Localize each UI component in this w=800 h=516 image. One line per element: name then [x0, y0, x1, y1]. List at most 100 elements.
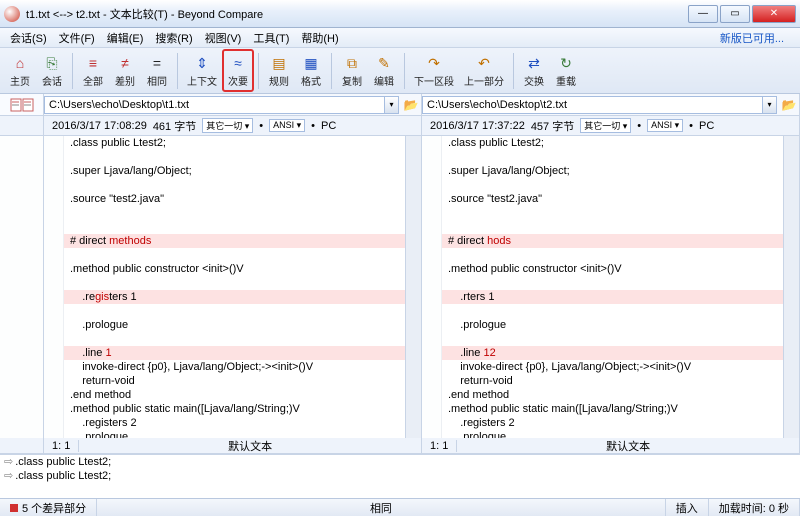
close-button[interactable]: ✕ — [752, 5, 796, 23]
left-filter-dropdown[interactable]: 其它一切 ▾ — [202, 118, 253, 133]
code-line[interactable]: ⇨ .line 12 — [442, 346, 783, 360]
right-code[interactable]: .class public Ltest2; .super Ljava/lang/O… — [442, 136, 783, 454]
code-line[interactable] — [64, 248, 405, 262]
minimize-button[interactable]: — — [688, 5, 718, 23]
code-line[interactable]: .method public static main([Ljava/lang/S… — [64, 402, 405, 416]
swap-icon: ⇄ — [528, 53, 540, 73]
left-open-button[interactable]: 📂 — [401, 96, 421, 114]
left-date: 2016/3/17 17:08:29 — [52, 120, 147, 132]
maximize-button[interactable]: ▭ — [720, 5, 750, 23]
right-encoding-dropdown[interactable]: ANSI ▾ — [647, 119, 683, 132]
right-scrollbar[interactable] — [783, 136, 799, 454]
code-line[interactable]: .super Ljava/lang/Object; — [442, 164, 783, 178]
left-scrollbar[interactable] — [405, 136, 421, 454]
code-line[interactable] — [442, 276, 783, 290]
window-title: t1.txt <--> t2.txt - 文本比较(T) - Beyond Co… — [26, 6, 686, 22]
left-pane: .class public Ltest2; .super Ljava/lang/O… — [44, 136, 422, 454]
code-line[interactable] — [442, 206, 783, 220]
code-line[interactable]: .prologue — [442, 318, 783, 332]
code-line[interactable]: .end method — [64, 388, 405, 402]
same-button[interactable]: =相同 — [141, 50, 173, 91]
path-row: ▾ 📂 ▾ 📂 — [0, 94, 800, 116]
code-line[interactable]: invoke-direct {p0}, Ljava/lang/Object;->… — [64, 360, 405, 374]
code-line[interactable] — [442, 248, 783, 262]
app-icon — [4, 6, 20, 22]
left-marker-column — [44, 136, 64, 454]
code-line[interactable]: ⇨ .rters 1 — [442, 290, 783, 304]
code-line[interactable] — [64, 178, 405, 192]
code-line[interactable]: .class public Ltest2; — [442, 136, 783, 150]
swap-button[interactable]: ⇄交换 — [518, 50, 550, 91]
overview-gutter[interactable] — [0, 136, 44, 454]
code-line[interactable]: .method public constructor <init>()V — [64, 262, 405, 276]
context-button[interactable]: ⇕上下文 — [182, 50, 222, 91]
code-line[interactable]: ⇨# direct methods — [64, 234, 405, 248]
code-line[interactable] — [442, 178, 783, 192]
statusbar: 5 个差异部分 相同 插入 加载时间: 0 秒 — [0, 498, 800, 516]
copy-button[interactable]: ⧉复制 — [336, 50, 368, 91]
right-date: 2016/3/17 17:37:22 — [430, 120, 525, 132]
toolbar-sep — [72, 53, 73, 89]
diff-button[interactable]: ≠差别 — [109, 50, 141, 91]
code-line[interactable]: return-void — [64, 374, 405, 388]
code-line[interactable] — [64, 332, 405, 346]
right-open-button[interactable]: 📂 — [779, 96, 799, 114]
code-line[interactable] — [442, 150, 783, 164]
right-path-dropdown[interactable]: ▾ — [763, 96, 777, 114]
menu-view[interactable]: 视图(V) — [199, 28, 248, 48]
code-line[interactable]: .class public Ltest2; — [64, 136, 405, 150]
code-line[interactable] — [442, 304, 783, 318]
code-line[interactable]: ⇨# direct hods — [442, 234, 783, 248]
code-line[interactable]: .registers 2 — [442, 416, 783, 430]
right-path-input[interactable] — [422, 96, 763, 114]
new-version-link[interactable]: 新版已可用... — [714, 28, 790, 48]
left-code[interactable]: .class public Ltest2; .super Ljava/lang/O… — [64, 136, 405, 454]
code-line[interactable]: invoke-direct {p0}, Ljava/lang/Object;->… — [442, 360, 783, 374]
right-filter-dropdown[interactable]: 其它一切 ▾ — [580, 118, 631, 133]
menu-file[interactable]: 文件(F) — [53, 28, 101, 48]
code-line[interactable]: .super Ljava/lang/Object; — [64, 164, 405, 178]
status-loadtime: 加载时间: 0 秒 — [709, 499, 800, 516]
code-line[interactable] — [64, 150, 405, 164]
code-line[interactable]: .registers 2 — [64, 416, 405, 430]
edit-icon: ✎ — [378, 53, 390, 73]
code-line[interactable]: .end method — [442, 388, 783, 402]
menu-tools[interactable]: 工具(T) — [247, 28, 295, 48]
code-line[interactable]: ⇨ .line 1 — [64, 346, 405, 360]
code-line[interactable]: .source "test2.java" — [442, 192, 783, 206]
prev-icon: ↶ — [478, 53, 490, 73]
format-button[interactable]: ▦格式 — [295, 50, 327, 91]
left-path-dropdown[interactable]: ▾ — [385, 96, 399, 114]
code-line[interactable] — [64, 206, 405, 220]
minor-button[interactable]: ≈次要 — [222, 49, 254, 92]
rules-button[interactable]: ▤规则 — [263, 50, 295, 91]
diff-indicator-icon — [10, 504, 18, 512]
code-line[interactable]: ⇨ .registers 1 — [64, 290, 405, 304]
code-line[interactable] — [64, 276, 405, 290]
home-button[interactable]: ⌂主页 — [4, 50, 36, 91]
session-button[interactable]: ⎘会话 — [36, 50, 68, 91]
menu-search[interactable]: 搜索(R) — [149, 28, 198, 48]
code-line[interactable]: .method public constructor <init>()V — [442, 262, 783, 276]
code-line[interactable] — [442, 332, 783, 346]
code-line[interactable]: .prologue — [64, 318, 405, 332]
menu-help[interactable]: 帮助(H) — [295, 28, 344, 48]
code-line[interactable]: .source "test2.java" — [64, 192, 405, 206]
next-section-button[interactable]: ↷下一区段 — [409, 50, 459, 91]
code-line[interactable] — [64, 304, 405, 318]
format-icon: ▦ — [304, 53, 317, 73]
right-encoding-label: 默认文本 — [457, 438, 799, 454]
left-path-input[interactable] — [44, 96, 385, 114]
menu-session[interactable]: 会话(S) — [4, 28, 53, 48]
left-encoding-dropdown[interactable]: ANSI ▾ — [269, 119, 305, 132]
code-line[interactable]: return-void — [442, 374, 783, 388]
right-marker-column — [422, 136, 442, 454]
code-line[interactable]: .method public static main([Ljava/lang/S… — [442, 402, 783, 416]
prev-section-button[interactable]: ↶上一部分 — [459, 50, 509, 91]
code-line[interactable] — [64, 220, 405, 234]
edit-button[interactable]: ✎编辑 — [368, 50, 400, 91]
reload-button[interactable]: ↻重载 — [550, 50, 582, 91]
menu-edit[interactable]: 编辑(E) — [101, 28, 150, 48]
code-line[interactable] — [442, 220, 783, 234]
all-button[interactable]: ≡全部 — [77, 50, 109, 91]
